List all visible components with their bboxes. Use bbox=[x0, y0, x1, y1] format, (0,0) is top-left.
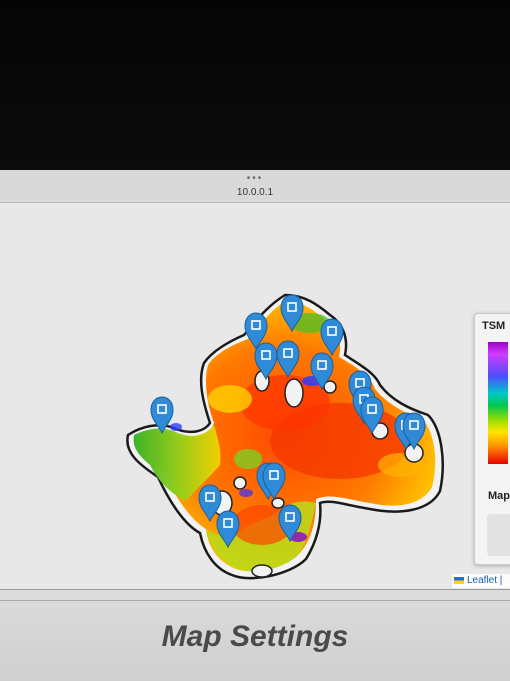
legend-subtitle: Map bbox=[488, 490, 510, 502]
legend-control[interactable] bbox=[487, 514, 510, 556]
ukraine-flag-icon bbox=[454, 576, 464, 584]
panel-divider bbox=[0, 600, 510, 601]
map-view[interactable]: TSM Map Leaflet | Map Settings bbox=[0, 203, 510, 681]
map-attribution[interactable]: Leaflet | bbox=[452, 574, 510, 588]
legend-panel: TSM Map bbox=[474, 313, 510, 565]
heatmap-overlay bbox=[126, 293, 444, 580]
address-url[interactable]: 10.0.0.1 bbox=[0, 187, 510, 198]
attribution-link[interactable]: Leaflet bbox=[467, 575, 497, 586]
settings-panel: Map Settings bbox=[0, 589, 510, 681]
settings-title: Map Settings bbox=[161, 620, 349, 653]
browser-menu-dots[interactable]: ••• bbox=[0, 173, 510, 184]
browser-top-bar: ••• 10.0.0.1 bbox=[0, 170, 510, 203]
device-bezel bbox=[0, 0, 510, 170]
legend-color-scale bbox=[488, 342, 508, 464]
legend-title: TSM bbox=[482, 320, 506, 332]
